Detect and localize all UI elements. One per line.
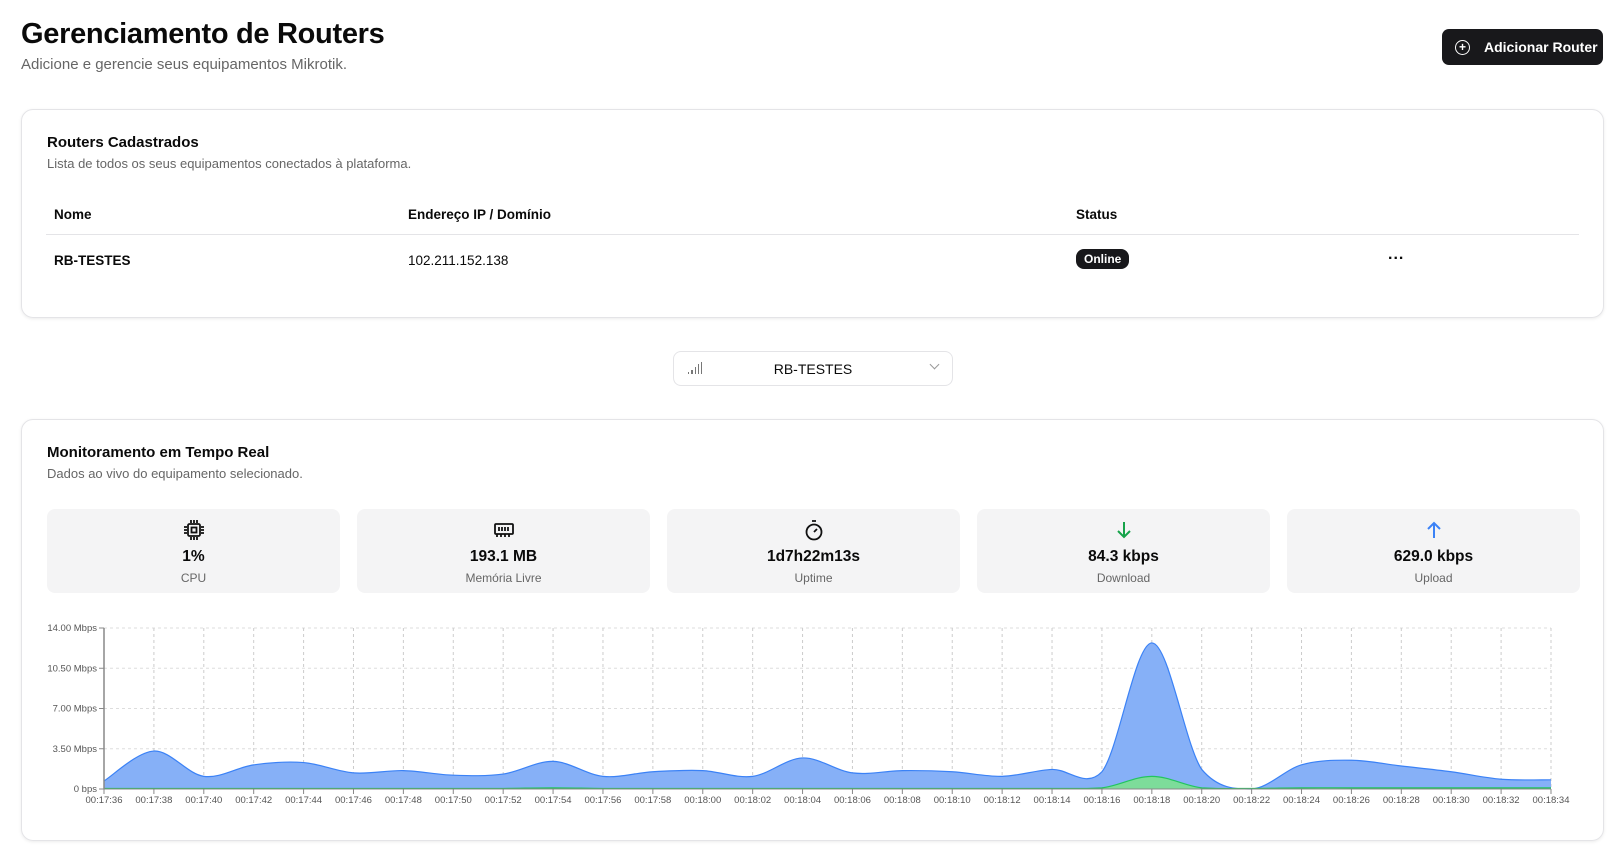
x-tick-label: 00:18:26 — [1333, 795, 1370, 806]
router-select-value: RB-TESTES — [773, 360, 853, 377]
router-name: RB-TESTES — [54, 253, 131, 268]
page-title: Gerenciamento de Routers — [21, 18, 385, 50]
x-tick-label: 00:18:12 — [984, 795, 1021, 806]
column-header-ip: Endereço IP / Domínio — [408, 207, 552, 222]
y-tick-label: 10.50 Mbps — [47, 663, 97, 674]
x-tick-label: 00:18:20 — [1183, 795, 1220, 806]
x-tick-label: 00:17:52 — [485, 795, 522, 806]
chevron-down-icon — [929, 359, 940, 370]
routers-card-title: Routers Cadastrados — [47, 134, 199, 151]
x-tick-label: 00:18:32 — [1483, 795, 1520, 806]
add-router-label: Adicionar Router — [1484, 39, 1598, 55]
x-tick-label: 00:18:16 — [1083, 795, 1120, 806]
x-tick-label: 00:17:56 — [584, 795, 621, 806]
routers-card: Routers Cadastrados Lista de todos os se… — [21, 109, 1604, 318]
traffic-chart: 0 bps 3.50 Mbps 7.00 Mbps 10.50 Mbps 14.00 M… — [47, 623, 1570, 806]
router-select[interactable]: RB-TESTES — [673, 351, 953, 386]
x-tick-label: 00:17:48 — [385, 795, 422, 806]
x-tick-label: 00:17:44 — [285, 795, 322, 806]
page-subtitle: Adicione e gerencie seus equipamentos Mi… — [21, 56, 348, 73]
column-header-name: Nome — [54, 207, 92, 222]
router-ip: 102.211.152.138 — [408, 253, 509, 268]
x-tick-label: 00:18:30 — [1433, 795, 1470, 806]
x-tick-label: 00:17:46 — [335, 795, 372, 806]
x-tick-label: 00:17:42 — [235, 795, 272, 806]
y-tick-label: 3.50 Mbps — [53, 744, 98, 755]
row-actions-button[interactable]: ... — [1388, 246, 1404, 264]
x-tick-label: 00:18:24 — [1283, 795, 1320, 806]
y-tick-label: 7.00 Mbps — [53, 704, 98, 715]
x-tick-label: 00:18:22 — [1233, 795, 1270, 806]
x-tick-label: 00:18:02 — [734, 795, 771, 806]
x-tick-label: 00:18:04 — [784, 795, 821, 806]
signal-icon — [688, 362, 703, 374]
y-tick-label: 14.00 Mbps — [47, 623, 97, 634]
x-tick-label: 00:18:18 — [1133, 795, 1170, 806]
x-tick-label: 00:18:14 — [1034, 795, 1071, 806]
x-tick-label: 00:17:50 — [435, 795, 472, 806]
x-tick-label: 00:18:00 — [684, 795, 721, 806]
download-area — [104, 642, 1551, 789]
x-tick-label: 00:18:10 — [934, 795, 971, 806]
x-tick-label: 00:17:58 — [634, 795, 671, 806]
column-header-status: Status — [1076, 207, 1118, 222]
monitor-card: Monitoramento em Tempo Real Dados ao viv… — [21, 419, 1604, 841]
routers-card-subtitle: Lista de todos os seus equipamentos cone… — [47, 156, 412, 171]
x-tick-label: 00:17:54 — [535, 795, 572, 806]
x-tick-label: 00:18:08 — [884, 795, 921, 806]
plus-circle-icon: + — [1455, 39, 1470, 55]
status-badge: Online — [1076, 249, 1130, 269]
x-tick-label: 00:17:40 — [185, 795, 222, 806]
y-tick-label: 0 bps — [74, 784, 97, 795]
add-router-button[interactable]: + Adicionar Router — [1442, 29, 1603, 65]
x-tick-label: 00:17:36 — [86, 795, 123, 806]
x-tick-label: 00:17:38 — [135, 795, 172, 806]
x-tick-label: 00:18:28 — [1383, 795, 1420, 806]
x-tick-label: 00:18:06 — [834, 795, 871, 806]
x-tick-label: 00:18:34 — [1533, 795, 1570, 806]
table-divider — [46, 234, 1579, 235]
